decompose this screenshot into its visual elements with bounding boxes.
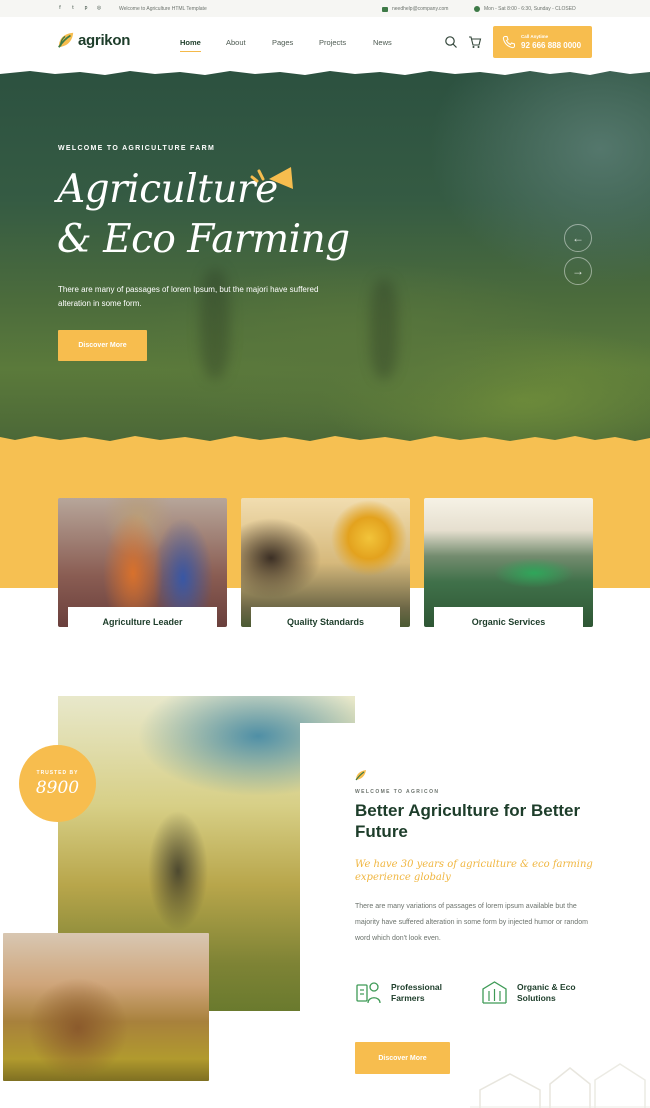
mail-icon — [382, 6, 388, 12]
feature-organic-eco-solutions: Organic & Eco Solutions — [481, 979, 587, 1006]
greenhouse-icon — [482, 981, 507, 1004]
hero-slider: WELCOME TO AGRICULTURE FARM Agriculture … — [0, 69, 650, 444]
about-subtitle: We have 30 years of agriculture & eco fa… — [355, 859, 593, 883]
sparkle-icon — [250, 167, 293, 189]
hero-eyebrow: WELCOME TO AGRICULTURE FARM — [58, 145, 216, 152]
service-card-label[interactable]: Quality Standards — [251, 607, 400, 627]
welcome-text: Welcome to Agriculture HTML Template — [119, 6, 207, 12]
slider-prev-button[interactable]: ← — [564, 224, 592, 252]
social-links: f t p ◎ — [57, 5, 102, 11]
slider-next-button[interactable]: → — [564, 257, 592, 285]
pinterest-icon[interactable]: p — [83, 5, 89, 11]
hero-description: There are many of passages of lorem Ipsu… — [58, 285, 319, 308]
service-card-label[interactable]: Agriculture Leader — [68, 607, 217, 627]
farmer-icon — [356, 982, 381, 1004]
about-description: There are many variations of passages of… — [355, 903, 588, 942]
top-bar: f t p ◎ Welcome to Agriculture HTML Temp… — [0, 0, 650, 17]
logo[interactable]: agrikon — [57, 31, 130, 49]
logo-text: agrikon — [78, 31, 131, 49]
feature-label: Organic & Eco Solutions — [517, 981, 576, 1003]
email-info[interactable]: needhelp@company.com — [382, 6, 448, 12]
phone-icon — [502, 36, 515, 49]
service-card-organic-services[interactable]: Organic Services — [424, 498, 593, 627]
hero-title: Agriculture & Eco Farming — [57, 165, 350, 265]
nav-pages[interactable]: Pages — [272, 38, 293, 47]
about-title: Better Agriculture for Better Future — [355, 801, 581, 841]
trusted-badge: TRUSTED BY 8900 — [19, 745, 96, 822]
cart-icon[interactable] — [468, 35, 482, 49]
call-anytime-button[interactable]: Call Anytime 92 666 888 0000 — [493, 26, 592, 58]
about-discover-button[interactable]: Discover More — [355, 1042, 450, 1074]
nav-home[interactable]: Home — [180, 38, 201, 52]
site-header: agrikon Home About Pages Projects News C… — [0, 17, 650, 69]
service-card-quality-standards[interactable]: Quality Standards — [241, 498, 410, 627]
leaf-logo-icon — [58, 32, 74, 48]
email-text[interactable]: needhelp@company.com — [392, 6, 448, 12]
feature-professional-farmers: Professional Farmers — [355, 979, 461, 1006]
about-eyebrow: WELCOME TO AGRICON — [355, 789, 440, 795]
about-image-hay — [3, 933, 209, 1081]
badge-label: TRUSTED BY — [36, 769, 79, 776]
service-card-agriculture-leader[interactable]: Agriculture Leader — [58, 498, 227, 627]
badge-number: 8900 — [35, 777, 80, 798]
feature-label: Professional Farmers — [391, 981, 443, 1003]
facebook-icon[interactable]: f — [57, 5, 63, 11]
service-card-label[interactable]: Organic Services — [434, 607, 583, 627]
farm-sketch-decoration — [470, 1063, 650, 1108]
search-icon[interactable] — [444, 35, 458, 49]
hero-blur-shape — [370, 279, 398, 379]
nav-about[interactable]: About — [226, 38, 246, 47]
twitter-icon[interactable]: t — [70, 5, 76, 11]
torn-edge-bottom — [0, 436, 650, 444]
nav-projects[interactable]: Projects — [319, 38, 346, 47]
call-number: 92 666 888 0000 — [521, 41, 582, 50]
hero-title-line2: & Eco Farming — [57, 217, 350, 262]
service-cards: Agriculture Leader Quality Standards Org… — [58, 498, 593, 643]
hours-text: Mon - Sat 8:00 - 6:30, Sunday - CLOSED — [484, 6, 576, 12]
clock-icon — [474, 6, 480, 12]
instagram-icon[interactable]: ◎ — [96, 5, 102, 11]
hours-info: Mon - Sat 8:00 - 6:30, Sunday - CLOSED — [474, 6, 576, 12]
call-label: Call Anytime — [521, 34, 549, 39]
nav-news[interactable]: News — [373, 38, 392, 47]
torn-edge-top — [0, 69, 650, 75]
hero-discover-button[interactable]: Discover More — [58, 330, 147, 361]
leaf-icon — [355, 770, 366, 781]
hero-title-line1: Agriculture — [57, 167, 278, 212]
